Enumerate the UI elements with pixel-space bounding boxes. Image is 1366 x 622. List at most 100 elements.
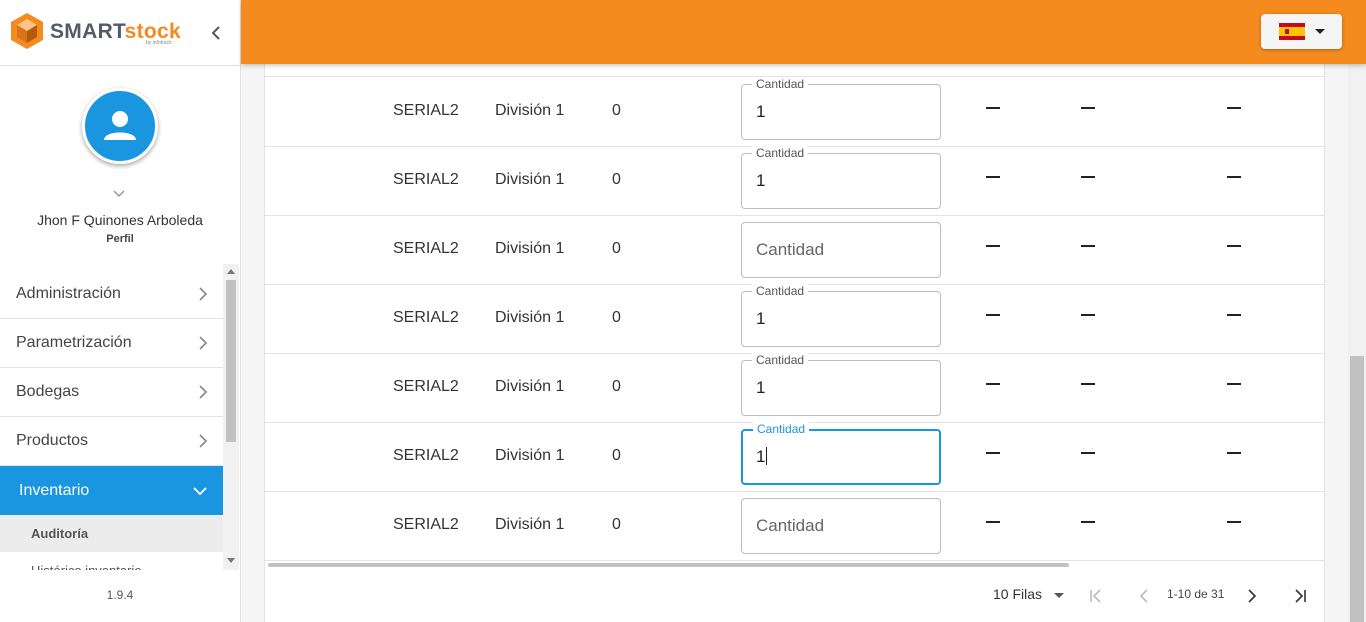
- language-selector-button[interactable]: [1261, 14, 1342, 49]
- table-row: SERIAL2 División 1 0 Cantidad 1: [265, 422, 1324, 492]
- serial-cell: SERIAL2: [393, 447, 459, 464]
- sidebar-item-parametrizacion[interactable]: Parametrización: [0, 319, 223, 368]
- empty-value-dash: [1227, 452, 1241, 454]
- stock-cell: 0: [612, 447, 621, 464]
- empty-value-dash: [986, 176, 1000, 178]
- division-cell: División 1: [495, 447, 565, 464]
- sidebar-subitem-auditoria[interactable]: Auditoría: [0, 515, 223, 552]
- chevron-right-icon: [199, 385, 207, 399]
- serial-cell: SERIAL2: [393, 378, 459, 395]
- chevron-left-icon: [1139, 589, 1148, 603]
- quantity-field[interactable]: Cantidad 1: [741, 77, 941, 140]
- empty-value-dash: [1081, 521, 1095, 523]
- quantity-field-label: Cantidad: [752, 77, 809, 91]
- sidebar: SMARTstock by infotrack Jhon F Quinones …: [0, 0, 241, 622]
- sidebar-item-bodegas[interactable]: Bodegas: [0, 368, 223, 417]
- profile-link[interactable]: Perfil: [0, 233, 240, 245]
- text-cursor: [766, 447, 768, 465]
- sidebar-subitem-historico-inventario[interactable]: Histórico inventario: [0, 552, 223, 570]
- sidebar-item-label: Parametrización: [16, 334, 132, 351]
- chevron-down-icon[interactable]: [112, 186, 126, 204]
- previous-page-button[interactable]: [1132, 584, 1156, 608]
- sidebar-item-label: Inventario: [19, 481, 90, 499]
- division-cell: División 1: [495, 516, 565, 533]
- last-page-button[interactable]: [1288, 584, 1312, 608]
- quantity-field-value: 1: [756, 378, 766, 397]
- chevron-down-icon: [193, 486, 207, 495]
- empty-value-dash: [986, 521, 1000, 523]
- first-page-icon: [1090, 589, 1101, 603]
- top-bar: [241, 0, 1366, 64]
- user-name: Jhon F Quinones Arboleda: [37, 212, 203, 228]
- table-pagination: 10 Filas 1-10 de 31: [264, 570, 1325, 622]
- empty-value-dash: [1227, 383, 1241, 385]
- quantity-field[interactable]: Cantidad 1: [741, 146, 941, 209]
- empty-value-dash: [1227, 176, 1241, 178]
- table-row: SERIAL2 División 1 0 Cantidad 1: [265, 146, 1324, 216]
- empty-value-dash: [1227, 245, 1241, 247]
- caret-down-icon: [1314, 29, 1325, 34]
- empty-value-dash: [986, 107, 1000, 109]
- page-range: 1-10 de 31: [1167, 587, 1225, 601]
- empty-value-dash: [986, 383, 1000, 385]
- table-horizontal-scrollbar[interactable]: [268, 563, 1069, 567]
- rows-per-page-select[interactable]: 10 Filas: [993, 586, 1065, 602]
- chevron-right-icon: [1248, 589, 1257, 603]
- stock-cell: 0: [612, 171, 621, 188]
- sidebar-item-inventario[interactable]: Inventario: [0, 466, 223, 515]
- chevron-right-icon: [199, 336, 207, 350]
- rows-per-page-value: 10 Filas: [993, 586, 1043, 602]
- stock-cell: 0: [612, 240, 621, 257]
- quantity-field-value: 1: [756, 309, 766, 328]
- cube-logo-icon: [11, 13, 43, 49]
- division-cell: División 1: [495, 240, 565, 257]
- sidebar-scrollbar[interactable]: [223, 264, 239, 570]
- stock-cell: 0: [612, 516, 621, 533]
- quantity-field[interactable]: Cantidad 1: [741, 353, 941, 416]
- empty-value-dash: [1081, 452, 1095, 454]
- division-cell: División 1: [495, 378, 565, 395]
- empty-value-dash: [986, 452, 1000, 454]
- caret-down-icon: [1054, 593, 1065, 598]
- serial-cell: SERIAL2: [393, 516, 459, 533]
- sidebar-item-label: Administración: [16, 285, 121, 302]
- brand-byline: by infotrack: [146, 40, 172, 46]
- quantity-field-label: Cantidad: [753, 422, 810, 436]
- quantity-field[interactable]: Cantidad 1: [741, 284, 941, 347]
- stock-cell: 0: [612, 102, 621, 119]
- division-cell: División 1: [495, 102, 565, 119]
- last-page-icon: [1295, 589, 1306, 603]
- scroll-thumb[interactable]: [226, 280, 236, 442]
- table-row: SERIAL2 División 1 0 Cantidad 1: [265, 77, 1324, 147]
- quantity-field-value: 1: [756, 171, 766, 190]
- empty-value-dash: [1227, 314, 1241, 316]
- sidebar-item-administracion[interactable]: Administración: [0, 270, 223, 319]
- page-scrollbar[interactable]: [1348, 64, 1366, 622]
- scroll-up-arrow-icon[interactable]: [227, 269, 235, 274]
- sidebar-menu: Administración Parametrización Bodegas P…: [0, 270, 223, 570]
- sidebar-item-productos[interactable]: Productos: [0, 417, 223, 466]
- stock-cell: 0: [612, 309, 621, 326]
- user-profile: Jhon F Quinones Arboleda Perfil: [0, 66, 240, 262]
- page-scroll-thumb[interactable]: [1350, 356, 1364, 622]
- brand-name: SMARTstock: [50, 21, 181, 42]
- next-page-button[interactable]: [1240, 584, 1264, 608]
- serial-cell: SERIAL2: [393, 309, 459, 326]
- quantity-field[interactable]: Cantidad: [741, 498, 941, 554]
- sidebar-item-label: Bodegas: [16, 383, 80, 400]
- avatar[interactable]: [82, 88, 158, 164]
- division-cell: División 1: [495, 171, 565, 188]
- scroll-down-arrow-icon[interactable]: [227, 558, 235, 563]
- table-row: SERIAL2 División 1 0 Cantidad: [265, 216, 1324, 285]
- user-icon: [104, 111, 136, 140]
- quantity-field[interactable]: Cantidad 1: [741, 422, 941, 485]
- empty-value-dash: [1081, 176, 1095, 178]
- inventory-table: SERIAL2 División 1 0 Cantidad 1 SERIAL2 Divisi…: [264, 64, 1325, 622]
- quantity-field[interactable]: Cantidad: [741, 222, 941, 278]
- empty-value-dash: [1081, 383, 1095, 385]
- empty-value-dash: [986, 314, 1000, 316]
- collapse-sidebar-button[interactable]: [205, 22, 227, 44]
- first-page-button[interactable]: [1084, 584, 1108, 608]
- empty-value-dash: [1081, 107, 1095, 109]
- table-row: SERIAL2 División 1 0 Cantidad: [265, 492, 1324, 561]
